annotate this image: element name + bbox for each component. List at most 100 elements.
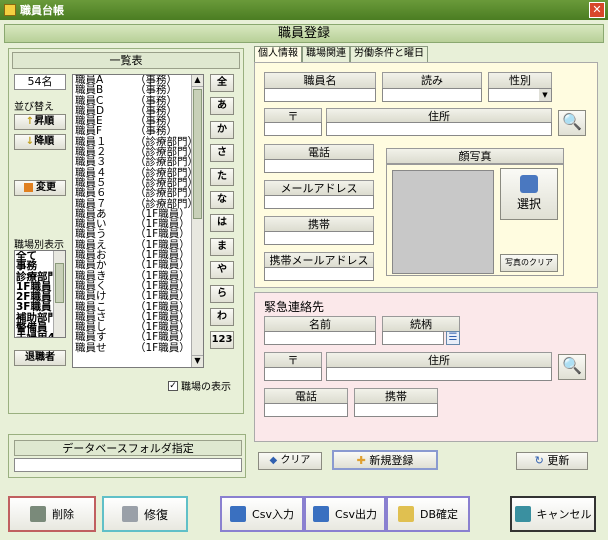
kana-filter-button[interactable]: か: [210, 120, 234, 139]
emergency-mobile-label: 携帯: [354, 388, 438, 404]
emergency-phone-label: 電話: [264, 388, 348, 404]
change-button[interactable]: 変更: [14, 180, 66, 196]
select-photo-button[interactable]: 選択: [500, 168, 558, 220]
photo-label: 顔写真: [386, 148, 564, 164]
title-bar: 職員台帳 ✕: [0, 0, 608, 20]
exit-icon: [514, 506, 531, 522]
clear-photo-button[interactable]: 写真のクリア: [500, 254, 558, 272]
csv-import-button[interactable]: Csv入力: [220, 496, 304, 532]
reading-input[interactable]: [382, 88, 482, 102]
csv-export-button[interactable]: Csv出力: [304, 496, 386, 532]
kana-filter-button[interactable]: な: [210, 191, 234, 209]
tab-workplace[interactable]: 職場関連: [302, 46, 350, 62]
new-register-button[interactable]: ✚ 新規登録: [332, 450, 438, 470]
scroll-down-icon[interactable]: ▼: [192, 355, 203, 367]
dept-listbox[interactable]: 全て事務診療部門1F職員2F職員3F職員補助部門警備員夫婦用4: [14, 250, 66, 338]
photo-image: [392, 170, 494, 274]
address-search-button[interactable]: 🔍: [558, 110, 586, 136]
kana-filter-button[interactable]: 全: [210, 74, 234, 92]
emergency-address-input[interactable]: [326, 367, 552, 381]
emergency-title: 緊急連絡先: [264, 300, 325, 314]
show-dept-checkbox[interactable]: ✓ 職場の表示: [168, 378, 231, 393]
db-folder-button[interactable]: データベースフォルダ指定: [14, 440, 242, 456]
cancel-button[interactable]: キャンセル: [510, 496, 596, 532]
kana-filter-button[interactable]: あ: [210, 97, 234, 116]
emergency-address-search-button[interactable]: 🔍: [558, 354, 586, 380]
list-item[interactable]: 職員せ （1F職員）: [75, 342, 203, 353]
sort-up-icon: ↑: [25, 116, 35, 127]
emergency-name-input[interactable]: [264, 331, 376, 345]
fix-button[interactable]: 修復: [102, 496, 188, 532]
name-input[interactable]: [264, 88, 376, 102]
change-icon: [24, 182, 33, 192]
zip-input[interactable]: [264, 122, 322, 136]
db-folder-field[interactable]: [14, 458, 242, 472]
reading-label: 読み: [382, 72, 482, 89]
import-icon: [230, 506, 247, 522]
scroll-up-icon[interactable]: ▲: [192, 75, 203, 87]
emergency-mobile-input[interactable]: [354, 403, 438, 417]
dept-scrollbar[interactable]: [53, 251, 65, 337]
emergency-address-label: 住所: [326, 352, 552, 368]
address-input[interactable]: [326, 122, 552, 136]
checkmark-icon: ✓: [168, 380, 178, 391]
mobile-email-label: 携帯メールアドレス: [264, 252, 374, 268]
name-label: 職員名: [264, 72, 376, 89]
clear-button[interactable]: ◆ クリア: [258, 452, 322, 470]
list-icon[interactable]: ☰: [446, 331, 460, 345]
dept-label: 職場別表示: [14, 240, 64, 251]
eraser-icon: ◆: [269, 455, 278, 466]
emergency-zip-input[interactable]: [264, 367, 322, 381]
kana-filter-button[interactable]: は: [210, 214, 234, 233]
update-button[interactable]: ↻ 更新: [516, 452, 588, 470]
delete-button[interactable]: 削除: [8, 496, 96, 532]
close-button[interactable]: ✕: [589, 2, 605, 18]
db-confirm-button[interactable]: DB確定: [386, 496, 470, 532]
window-title: 職員台帳: [20, 4, 64, 17]
kana-filter-button[interactable]: さ: [210, 144, 234, 163]
sort-desc-button[interactable]: ↓降順: [14, 134, 66, 150]
search-icon: 🔍: [562, 356, 582, 375]
sort-down-icon: ↓: [25, 136, 35, 147]
phone-input[interactable]: [264, 159, 374, 173]
page-title: 職員登録: [4, 24, 604, 43]
zip-label: 〒: [264, 108, 322, 123]
refresh-icon: ↻: [534, 454, 544, 467]
emergency-zip-label: 〒: [264, 352, 322, 368]
email-label: メールアドレス: [264, 180, 374, 196]
kana-filter-button[interactable]: や: [210, 261, 234, 280]
retired-button[interactable]: 退職者: [14, 350, 66, 366]
search-icon: 🔍: [562, 112, 582, 131]
staff-scrollbar[interactable]: ▲ ▼: [191, 75, 203, 367]
kana-filter-button[interactable]: ら: [210, 284, 234, 303]
trash-icon: [30, 506, 46, 522]
export-icon: [313, 506, 330, 522]
mobile-email-input[interactable]: [264, 267, 374, 281]
kana-filter-button[interactable]: ま: [210, 237, 234, 256]
kana-filter-button[interactable]: わ: [210, 308, 234, 326]
kana-filter-button[interactable]: 123: [210, 331, 234, 350]
tab-personal[interactable]: 個人情報: [254, 46, 302, 63]
staff-count: 54名: [14, 74, 66, 90]
email-input[interactable]: [264, 195, 374, 209]
staff-listbox[interactable]: 職員A （事務） 職員B （事務） 職員C （事務） 職員D （事務） 職員E （事務） 職員F （事…: [72, 74, 204, 368]
gender-select[interactable]: ▼: [488, 88, 552, 102]
relation-input[interactable]: [382, 331, 444, 345]
emergency-phone-input[interactable]: [264, 403, 348, 417]
relation-label: 続柄: [382, 316, 460, 332]
mobile-label: 携帯: [264, 216, 374, 232]
sort-label: 並び替え: [14, 102, 54, 113]
tab-conditions[interactable]: 労働条件と曜日: [350, 46, 428, 62]
kana-filter-button[interactable]: た: [210, 167, 234, 186]
tab-bar: 個人情報 職場関連 労働条件と曜日: [254, 46, 428, 63]
dropdown-icon[interactable]: ▼: [539, 89, 551, 101]
address-label: 住所: [326, 108, 552, 123]
db-icon: [397, 506, 414, 522]
phone-label: 電話: [264, 144, 374, 160]
tools-icon: [121, 506, 138, 522]
sort-asc-button[interactable]: ↑昇順: [14, 114, 66, 130]
app-icon: [4, 4, 16, 16]
person-icon: [520, 175, 538, 193]
new-icon: ✚: [356, 454, 366, 467]
mobile-input[interactable]: [264, 231, 374, 245]
